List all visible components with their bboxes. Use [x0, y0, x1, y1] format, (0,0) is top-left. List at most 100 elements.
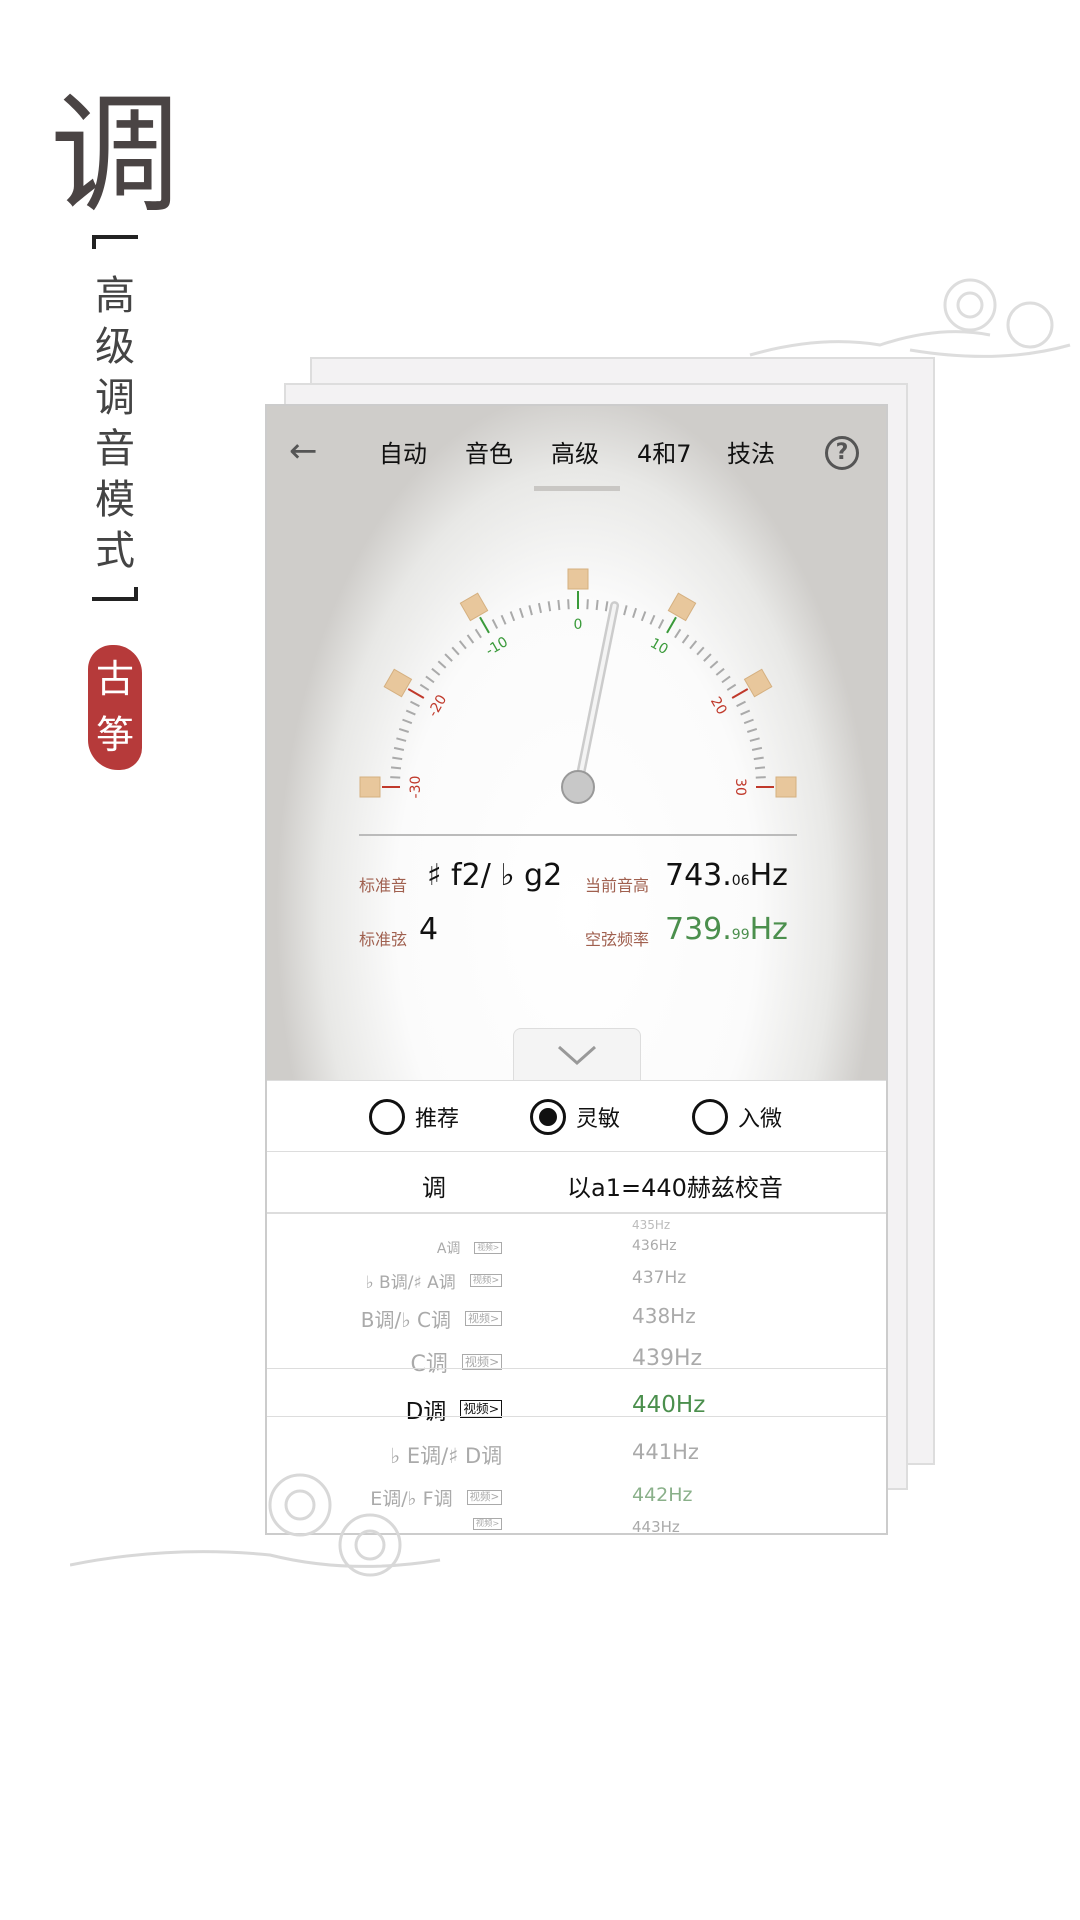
title-char: 模	[95, 477, 135, 523]
pitch-unit: Hz	[749, 858, 788, 893]
dial-tick	[649, 614, 656, 625]
dial-tick	[595, 599, 599, 611]
dial-label: 20	[707, 694, 730, 717]
dial-tick	[674, 628, 682, 639]
title-char: 式	[95, 528, 135, 574]
radio-label: 推荐	[415, 1107, 460, 1132]
frequency: 441Hz	[632, 1440, 699, 1464]
title-char: 级	[95, 324, 135, 370]
frequency: 435Hz	[632, 1218, 671, 1232]
dial-tick	[393, 746, 405, 751]
row-divider	[267, 1416, 886, 1417]
tuner-dial: -30 -20 -10 0 10 20 30	[359, 568, 797, 804]
dial-tick	[754, 766, 766, 770]
key-label: C调	[410, 1352, 448, 1377]
dial-tick	[715, 667, 725, 676]
dial-tick	[509, 611, 516, 622]
radio-circle[interactable]	[530, 1099, 566, 1135]
radio-circle[interactable]	[692, 1099, 728, 1135]
radio-circle[interactable]	[369, 1099, 405, 1135]
dial-tick	[431, 667, 441, 676]
title-char: 调	[95, 375, 135, 421]
dial-tick	[425, 675, 435, 684]
dial-tick	[405, 709, 416, 716]
dial-tick	[458, 640, 467, 650]
dial-tick	[696, 646, 705, 656]
dial-tick	[721, 675, 731, 684]
radio-label: 入微	[738, 1107, 783, 1132]
expand-button[interactable]	[513, 1028, 641, 1082]
pitch-dec: 06	[731, 873, 750, 889]
dial-tick	[726, 683, 737, 691]
frequency: 436Hz	[632, 1238, 677, 1254]
peg-marker	[743, 668, 773, 698]
dial-tick	[528, 605, 533, 616]
pitch-int: 743.	[665, 858, 732, 893]
video-button[interactable]: 视频>	[474, 1242, 503, 1254]
dial-tick	[640, 611, 647, 622]
video-button[interactable]: 视频>	[465, 1310, 503, 1327]
radio-label: 灵敏	[576, 1107, 621, 1132]
key-label: D调	[405, 1399, 447, 1425]
title-char: 高	[95, 273, 135, 319]
dial-tick	[681, 634, 690, 644]
dial-label: -10	[483, 634, 511, 659]
col-key: 调	[422, 1174, 446, 1202]
dial-tick	[740, 709, 751, 716]
dial-tick	[407, 688, 425, 699]
dial-tick	[709, 660, 719, 669]
dial-tick	[402, 718, 413, 725]
current-pitch-label: 当前音高	[585, 876, 650, 895]
sensitivity-options: 推荐 灵敏 入微	[267, 1080, 886, 1152]
dial-tick	[479, 616, 490, 634]
dial-tick	[398, 727, 410, 733]
tuner-panel: ← 自动 音色 高级 4和7 技法 ? -30 -20 -10 0 10 20 30 标准音…	[267, 406, 886, 1082]
std-note-value: ♯ f2/ ♭ g2	[427, 858, 563, 893]
divider	[359, 834, 797, 836]
frequency: 443Hz	[632, 1518, 680, 1535]
dial-tick	[689, 640, 698, 650]
dial-tick	[755, 776, 766, 779]
dial-tick	[632, 607, 638, 619]
radio-precise[interactable]: 入微	[692, 1099, 782, 1135]
dial-tick	[547, 601, 552, 612]
frequency: 440Hz	[632, 1392, 706, 1418]
current-pitch-value: 743.06Hz	[665, 858, 788, 893]
dial-tick	[731, 688, 749, 699]
radio-recommended[interactable]: 推荐	[369, 1099, 459, 1135]
title-char: 音	[95, 426, 135, 472]
video-button[interactable]: 视频>	[469, 1273, 503, 1288]
frequency: 437Hz	[632, 1268, 687, 1288]
key-name: C调 视频>	[411, 1346, 503, 1378]
std-string-value: 4	[419, 912, 439, 947]
seal-logo: 古筝	[88, 645, 142, 770]
freq-dec: 99	[731, 927, 750, 943]
dial-tick	[557, 599, 561, 611]
dial-tick	[567, 599, 570, 610]
key-name: ♭ B调/♯ A调 视频>	[366, 1268, 503, 1293]
needle-pivot	[561, 770, 595, 804]
cloud-decoration	[70, 1473, 441, 1577]
dial-tick	[749, 737, 760, 742]
peg-marker	[383, 668, 413, 698]
dial-label: -30	[408, 776, 424, 799]
key-label: A调	[436, 1241, 461, 1257]
dial-label: 30	[732, 778, 748, 796]
std-note-label: 标准音	[359, 876, 408, 895]
dial-tick	[537, 602, 542, 614]
video-button[interactable]: 视频>	[466, 1490, 503, 1505]
dial-tick	[623, 605, 628, 616]
dial-tick	[666, 616, 677, 634]
needle-highlight	[576, 603, 617, 789]
video-button[interactable]: 视频>	[472, 1518, 503, 1530]
col-reference: 以a1=440赫兹校音	[567, 1174, 783, 1202]
dial-tick	[392, 756, 403, 761]
phone-screen: ← 自动 音色 高级 4和7 技法 ? -30 -20 -10 0 10 20 30 标准音…	[265, 404, 888, 1535]
key-name: B调/♭ C调 视频>	[361, 1304, 503, 1333]
frequency: 438Hz	[632, 1304, 696, 1328]
dial-tick	[390, 776, 401, 779]
open-freq-value: 739.99Hz	[665, 912, 788, 947]
radio-sensitive[interactable]: 灵敏	[530, 1099, 620, 1135]
dial-label: -20	[425, 692, 450, 720]
dial-tick	[518, 607, 524, 619]
